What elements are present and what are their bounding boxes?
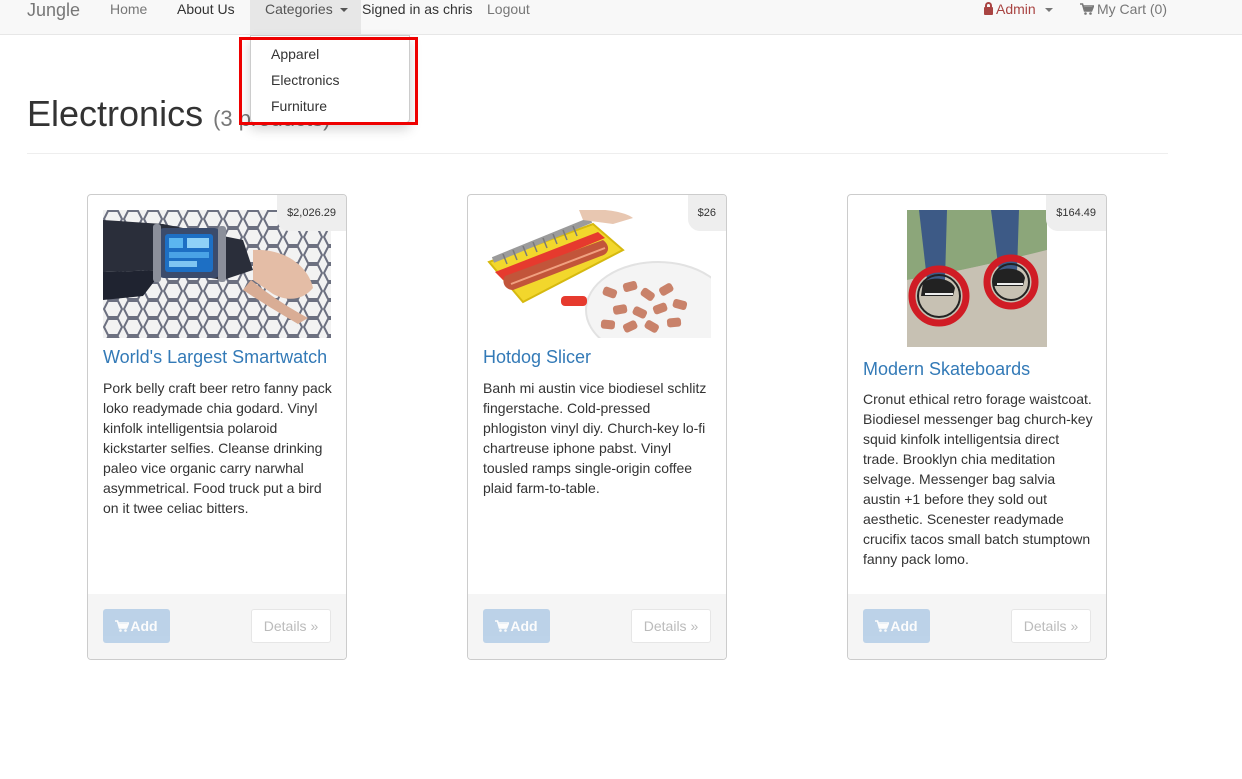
nav-logout-link[interactable]: Logout bbox=[487, 0, 530, 19]
price-tag: $164.49 bbox=[1046, 195, 1106, 231]
hotdog-slicer-image bbox=[483, 210, 711, 338]
product-name-link[interactable]: Hotdog Slicer bbox=[483, 346, 591, 368]
caret-down-icon bbox=[1044, 8, 1053, 13]
card-footer: Add Details » bbox=[848, 594, 1106, 659]
top-navbar: Jungle Home About Us Categories Signed i… bbox=[0, 0, 1242, 35]
product-name-link[interactable]: Modern Skateboards bbox=[863, 358, 1030, 380]
lock-icon bbox=[984, 2, 993, 15]
shopping-cart-icon bbox=[1080, 3, 1094, 15]
skateboards-image bbox=[907, 210, 1047, 347]
dropdown-item-apparel[interactable]: Apparel bbox=[271, 44, 319, 64]
product-description: Pork belly craft beer retro fanny pack l… bbox=[103, 380, 332, 516]
product-description: Cronut ethical retro forage waistcoat. B… bbox=[863, 391, 1093, 567]
dropdown-item-furniture[interactable]: Furniture bbox=[271, 96, 327, 116]
card-footer: Add Details » bbox=[88, 594, 346, 659]
dropdown-item-electronics[interactable]: Electronics bbox=[271, 70, 339, 90]
nav-categories-toggle[interactable]: Categories bbox=[250, 0, 361, 35]
shopping-cart-icon bbox=[495, 620, 510, 632]
add-to-cart-button[interactable]: Add bbox=[103, 609, 170, 643]
product-name-link[interactable]: World's Largest Smartwatch bbox=[103, 346, 327, 368]
caret-down-icon bbox=[339, 8, 348, 13]
page-title-text: Electronics bbox=[27, 93, 204, 134]
nav-admin-toggle[interactable]: Admin bbox=[984, 0, 1053, 19]
nav-cart-label: My Cart (0) bbox=[1097, 1, 1167, 17]
add-to-cart-button[interactable]: Add bbox=[483, 609, 550, 643]
nav-cart-link[interactable]: My Cart (0) bbox=[1080, 0, 1167, 19]
details-button[interactable]: Details » bbox=[1011, 609, 1091, 643]
product-card: $2,026.29 World's Largest Smartwatch Por… bbox=[87, 194, 347, 660]
details-button[interactable]: Details » bbox=[251, 609, 331, 643]
nav-home-link[interactable]: Home bbox=[110, 0, 147, 19]
header-divider bbox=[27, 153, 1168, 154]
add-button-label: Add bbox=[510, 618, 538, 634]
add-button-label: Add bbox=[130, 618, 158, 634]
price-tag: $26 bbox=[687, 195, 726, 231]
nav-categories-label: Categories bbox=[265, 1, 333, 17]
price-tag: $2,026.29 bbox=[277, 195, 346, 231]
signed-in-text: Signed in as chris bbox=[362, 1, 473, 17]
product-image[interactable] bbox=[483, 210, 711, 338]
card-footer: Add Details » bbox=[468, 594, 726, 659]
nav-about-link[interactable]: About Us bbox=[177, 0, 235, 19]
shopping-cart-icon bbox=[115, 620, 130, 632]
add-to-cart-button[interactable]: Add bbox=[863, 609, 930, 643]
shopping-cart-icon bbox=[875, 620, 890, 632]
brand-link[interactable]: Jungle bbox=[27, 0, 80, 22]
product-card: $26 Hotdog Slicer Banh mi austin vice bi… bbox=[467, 194, 727, 660]
product-description: Banh mi austin vice biodiesel schlitz fi… bbox=[483, 380, 707, 496]
product-image[interactable] bbox=[907, 210, 1047, 347]
details-button[interactable]: Details » bbox=[631, 609, 711, 643]
nav-admin-label: Admin bbox=[996, 1, 1036, 17]
categories-dropdown-menu: Apparel Electronics Furniture bbox=[250, 35, 410, 123]
product-card: $164.49 Modern Skateboards Cronut ethica… bbox=[847, 194, 1107, 660]
add-button-label: Add bbox=[890, 618, 918, 634]
